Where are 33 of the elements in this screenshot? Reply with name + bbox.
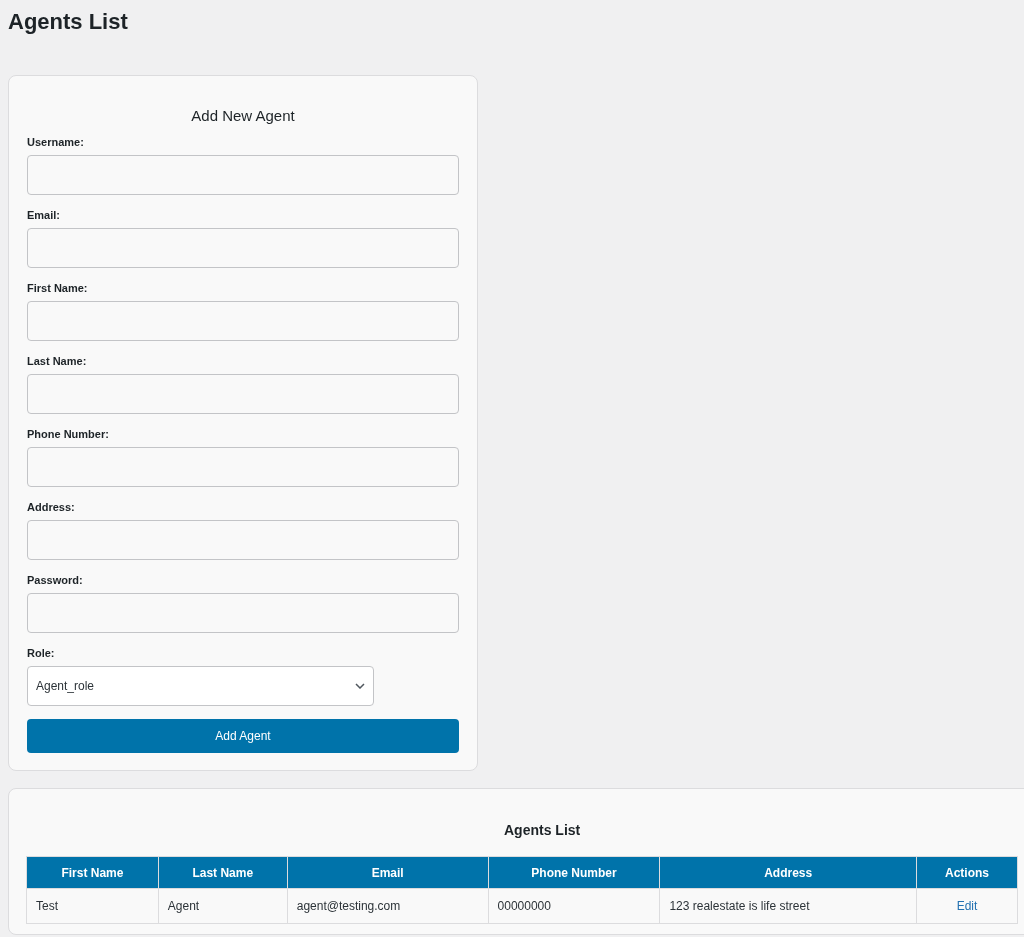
- role-select[interactable]: Agent_role: [27, 666, 374, 706]
- column-header: Address: [659, 856, 917, 889]
- column-header: First Name: [26, 856, 159, 889]
- field-label: Last Name:: [27, 354, 87, 368]
- input-field[interactable]: [27, 374, 459, 414]
- input-field[interactable]: [27, 228, 459, 268]
- column-header: Phone Number: [488, 856, 660, 889]
- table-cell: 00000000: [488, 888, 660, 924]
- field-label: Password:: [27, 573, 83, 587]
- field-label: First Name:: [27, 281, 88, 295]
- column-header: Actions: [916, 856, 1018, 889]
- field-label: Address:: [27, 500, 75, 514]
- form-title: Add New Agent: [191, 106, 295, 126]
- page-title: Agents List: [8, 8, 128, 36]
- field-label: Role:: [27, 646, 55, 660]
- input-field[interactable]: [27, 447, 459, 487]
- input-field[interactable]: [27, 301, 459, 341]
- column-header: Email: [287, 856, 489, 889]
- table-cell: 123 realestate is life street: [659, 888, 917, 924]
- table-title: Agents List: [504, 821, 581, 840]
- chevron-down-icon: [355, 683, 365, 689]
- table-cell: agent@testing.com: [287, 888, 489, 924]
- table-cell: Agent: [158, 888, 288, 924]
- edit-link[interactable]: Edit: [956, 899, 978, 913]
- input-field[interactable]: [27, 593, 459, 633]
- field-label: Phone Number:: [27, 427, 109, 441]
- column-header: Last Name: [158, 856, 288, 889]
- table-cell: Test: [26, 888, 159, 924]
- field-label: Username:: [27, 135, 84, 149]
- add-agent-button[interactable]: Add Agent: [27, 719, 459, 753]
- input-field[interactable]: [27, 155, 459, 195]
- input-field[interactable]: [27, 520, 459, 560]
- field-label: Email:: [27, 208, 60, 222]
